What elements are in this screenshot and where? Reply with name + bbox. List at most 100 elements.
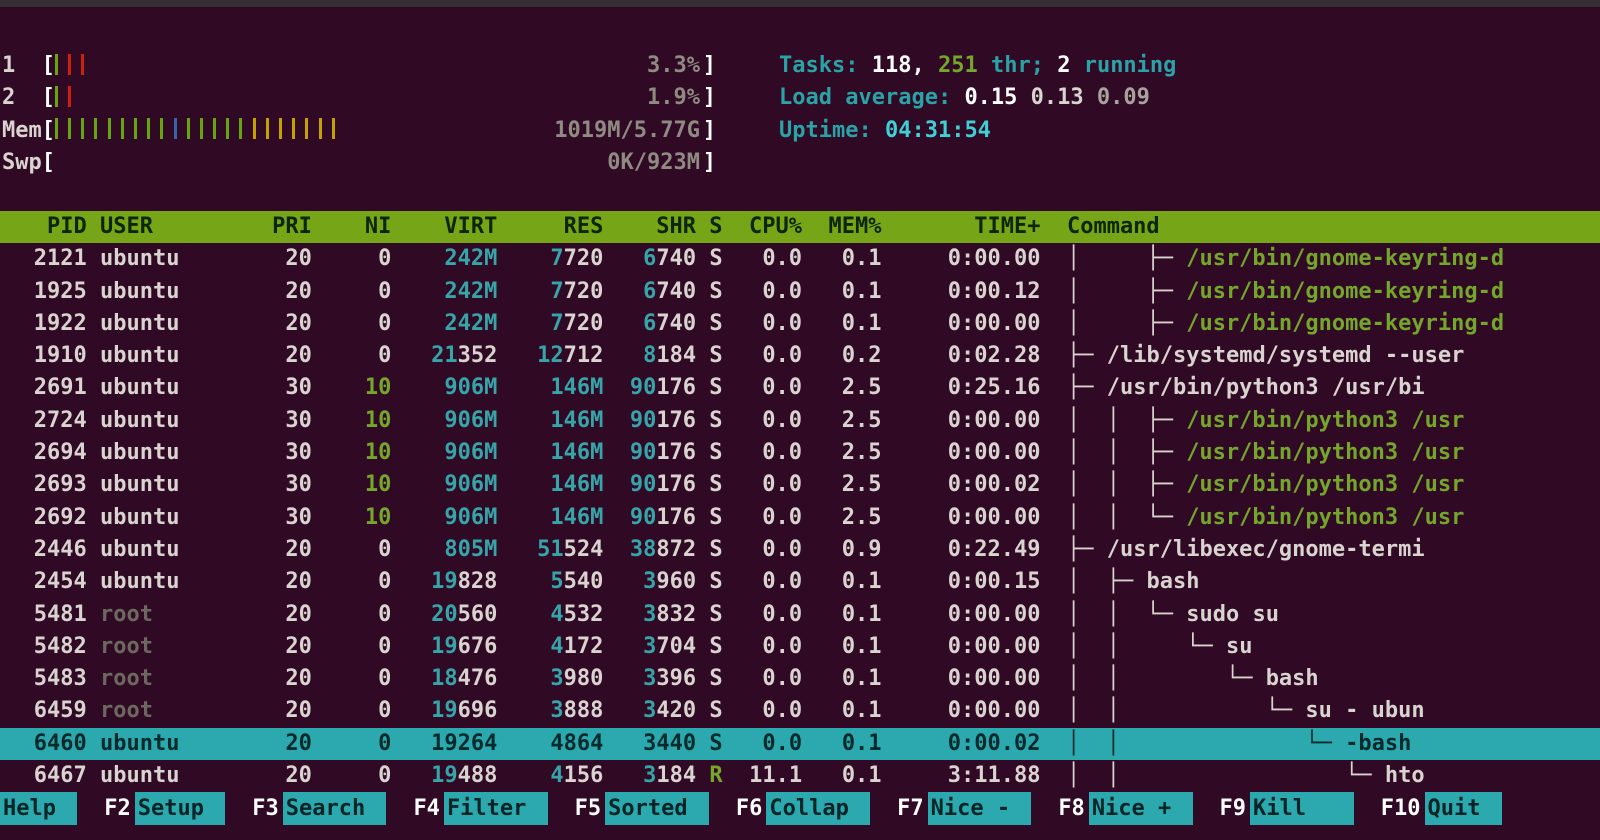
ni-cell: 0 — [312, 763, 391, 788]
running-count: 2 — [1057, 53, 1070, 78]
function-key-name: F2 — [77, 792, 135, 825]
column-header-mem[interactable]: MEM% — [802, 214, 881, 239]
pid-cell: 5482 — [0, 634, 87, 659]
function-key-f1-help[interactable]: Help — [0, 792, 77, 825]
mem-value-mb: 90 — [603, 375, 656, 400]
function-key-F8-nice-[interactable]: F8Nice + — [1031, 792, 1192, 825]
meter-bar — [81, 118, 84, 139]
process-row[interactable]: 1910 ubuntu 20 0 21352 12712 8184 S 0.0 … — [0, 340, 1600, 372]
function-key-label: Sorted — [605, 792, 709, 825]
res-cell: 146M — [497, 440, 603, 465]
column-header-user[interactable]: USER — [87, 214, 233, 239]
process-row[interactable]: 2446 ubuntu 20 0 805M 51524 38872 S 0.0 … — [0, 534, 1600, 566]
s-cell: S — [696, 375, 723, 400]
mem-value: 146M — [497, 472, 603, 497]
mem-value-kb: 676 — [458, 634, 498, 659]
mem-value-mb: 18 — [391, 666, 457, 691]
mem-value-mb: 3 — [603, 731, 656, 756]
process-row[interactable]: 5482 root 20 0 19676 4172 3704 S 0.0 0.1… — [0, 631, 1600, 663]
mem-value-mb: 7 — [497, 246, 563, 271]
mem-value: 906M — [391, 375, 497, 400]
pri-cell: 30 — [232, 375, 311, 400]
time-cell: 0:00.00 — [882, 408, 1041, 433]
process-row[interactable]: 6467 ubuntu 20 0 19488 4156 3184 R 11.1 … — [0, 760, 1600, 792]
process-row[interactable]: 2454 ubuntu 20 0 19828 5540 3960 S 0.0 0… — [0, 566, 1600, 598]
window-edge — [0, 0, 1600, 7]
tree-prefix: │ │ ├─ — [1040, 408, 1186, 433]
meter-bar — [253, 118, 256, 139]
column-header-shr[interactable]: SHR — [603, 214, 696, 239]
process-row[interactable]: 6460 ubuntu 20 0 19264 4864 3440 S 0.0 0… — [0, 728, 1600, 760]
system-info-panel: Tasks: 118, 251 thr; 2 running Load aver… — [779, 50, 1176, 147]
meters-panel: 1[3.3%]2[1.9%]Mem[1019M/5.77G]Swp[0K/923… — [2, 50, 716, 179]
meter-open-bracket: [ — [42, 53, 55, 78]
process-row[interactable]: 2691 ubuntu 30 10 906M 146M 90176 S 0.0 … — [0, 372, 1600, 404]
mem-value-mb: 4 — [497, 634, 563, 659]
command-cell: │ │ └─ bash — [1041, 666, 1319, 691]
meter-bar — [239, 118, 242, 139]
function-key-F9-kill[interactable]: F9Kill — [1193, 792, 1354, 825]
mem-value: 906M — [391, 472, 497, 497]
tree-prefix: │ │ └─ — [1041, 731, 1346, 756]
meter-bar — [68, 118, 71, 139]
virt-cell: 242M — [391, 279, 497, 304]
time-cell: 0:00.12 — [882, 279, 1041, 304]
cpu-cell: 0.0 — [723, 343, 802, 368]
time-cell: 0:00.00 — [882, 666, 1041, 691]
meter-open-bracket: [ — [42, 118, 55, 143]
threads-count: 251 — [938, 53, 978, 78]
mem-value: 146M — [497, 440, 603, 465]
shr-cell: 8184 — [603, 343, 696, 368]
function-key-F3-search[interactable]: F3Search — [225, 792, 386, 825]
process-row[interactable]: 2692 ubuntu 30 10 906M 146M 90176 S 0.0 … — [0, 502, 1600, 534]
column-header-s[interactable]: S — [696, 214, 723, 239]
mem-value-kb: 740 — [656, 246, 696, 271]
function-key-F4-filter[interactable]: F4Filter — [386, 792, 547, 825]
res-cell: 146M — [497, 472, 603, 497]
pid-cell: 2121 — [0, 246, 87, 271]
process-row[interactable]: 2693 ubuntu 30 10 906M 146M 90176 S 0.0 … — [0, 469, 1600, 501]
function-key-label: Collap — [766, 792, 870, 825]
shr-cell: 3440 — [603, 731, 696, 756]
function-key-F7-nice-[interactable]: F7Nice - — [870, 792, 1031, 825]
mem-value-mb: 4 — [497, 763, 563, 788]
function-key-F2-setup[interactable]: F2Setup — [77, 792, 225, 825]
virt-cell: 18476 — [391, 666, 497, 691]
column-header-cpu[interactable]: CPU% — [723, 214, 802, 239]
column-header-res[interactable]: RES — [497, 214, 603, 239]
mem-value-mb: 19 — [391, 634, 457, 659]
mem-value-kb: 532 — [564, 602, 604, 627]
column-header-virt[interactable]: VIRT — [391, 214, 497, 239]
function-key-F5-sorted[interactable]: F5Sorted — [548, 792, 709, 825]
meter-bar — [266, 118, 269, 139]
column-header-command[interactable]: Command — [1040, 214, 1159, 239]
user-cell: ubuntu — [87, 311, 233, 336]
column-header-pid[interactable]: PID — [0, 214, 87, 239]
mem-value: 242M — [391, 311, 497, 336]
cpu-cell: 0.0 — [723, 279, 802, 304]
process-row[interactable]: 2724 ubuntu 30 10 906M 146M 90176 S 0.0 … — [0, 405, 1600, 437]
mem-value-mb: 3 — [603, 763, 656, 788]
command-text: sudo su — [1186, 602, 1279, 627]
process-row[interactable]: 2694 ubuntu 30 10 906M 146M 90176 S 0.0 … — [0, 437, 1600, 469]
time-cell: 0:00.00 — [882, 246, 1041, 271]
mem-value-mb: 12 — [497, 343, 563, 368]
function-key-F6-collap[interactable]: F6Collap — [709, 792, 870, 825]
tasks-sep: , — [911, 53, 938, 78]
process-row[interactable]: 2121 ubuntu 20 0 242M 7720 6740 S 0.0 0.… — [0, 243, 1600, 275]
process-row[interactable]: 1925 ubuntu 20 0 242M 7720 6740 S 0.0 0.… — [0, 276, 1600, 308]
process-row[interactable]: 5481 root 20 0 20560 4532 3832 S 0.0 0.1… — [0, 599, 1600, 631]
column-header-ni[interactable]: NI — [312, 214, 391, 239]
column-header-time[interactable]: TIME+ — [882, 214, 1041, 239]
process-row[interactable]: 1922 ubuntu 20 0 242M 7720 6740 S 0.0 0.… — [0, 308, 1600, 340]
column-header-pri[interactable]: PRI — [232, 214, 311, 239]
process-row[interactable]: 6459 root 20 0 19696 3888 3420 S 0.0 0.1… — [0, 695, 1600, 727]
tree-prefix: │ │ └─ — [1041, 763, 1385, 788]
process-table: PID USER PRI NI VIRT RES SHR S CPU% MEM%… — [0, 211, 1600, 792]
process-row[interactable]: 5483 root 20 0 18476 3980 3396 S 0.0 0.1… — [0, 663, 1600, 695]
mem-value-kb: 176 — [656, 440, 696, 465]
cpu-cell: 0.0 — [723, 440, 802, 465]
function-key-F10-quit[interactable]: F10Quit — [1354, 792, 1502, 825]
command-text: hto — [1385, 763, 1425, 788]
ni-cell: 0 — [312, 279, 391, 304]
